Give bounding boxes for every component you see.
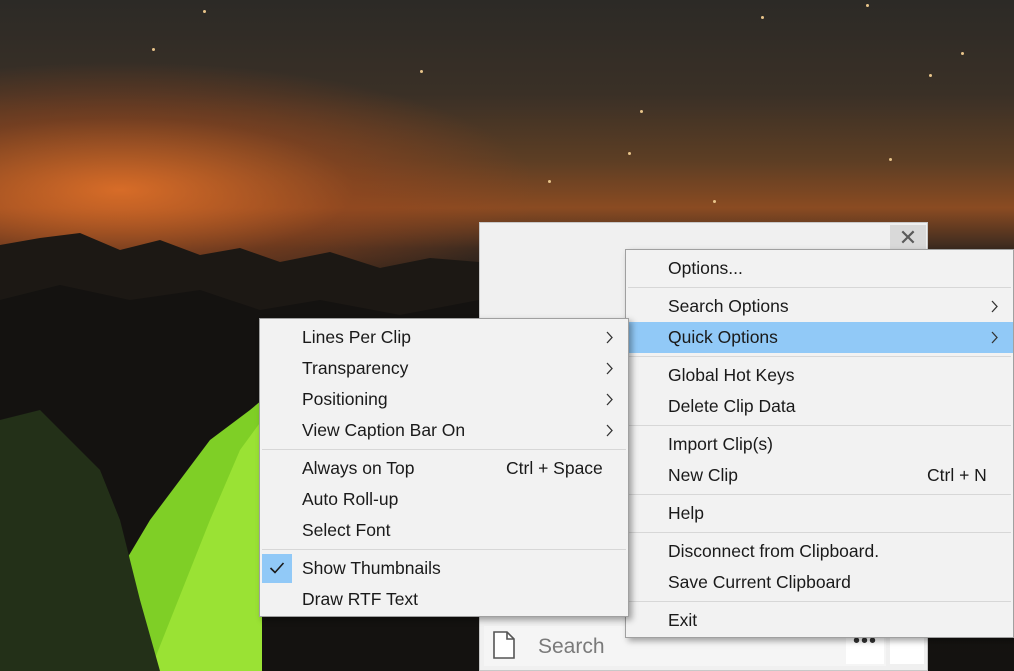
star <box>761 16 764 19</box>
menu-item-global-hot-keys[interactable]: Global Hot Keys <box>626 360 1013 391</box>
menu-item-label: Lines Per Clip <box>302 327 411 347</box>
menu-separator <box>628 532 1011 533</box>
menu-item-label: Import Clip(s) <box>668 434 774 454</box>
star <box>152 48 155 51</box>
chevron-right-icon <box>991 331 998 344</box>
chevron-right-icon <box>606 362 613 375</box>
close-icon: ✕ <box>898 225 918 250</box>
star <box>640 110 643 113</box>
menu-item-always-on-top[interactable]: Always on Top Ctrl + Space <box>260 453 628 484</box>
menu-item-label: Search Options <box>668 296 789 316</box>
menu-item-lines-per-clip[interactable]: Lines Per Clip <box>260 322 628 353</box>
main-context-menu: Options... Search Options Quick Options … <box>625 249 1014 638</box>
menu-item-label: Help <box>668 503 704 523</box>
menu-item-label: Show Thumbnails <box>302 558 441 578</box>
chevron-right-icon <box>991 300 998 313</box>
star <box>889 158 892 161</box>
menu-item-label: Global Hot Keys <box>668 365 795 385</box>
desktop: ✕ ••• Options... Search Options <box>0 0 1014 671</box>
menu-separator <box>628 601 1011 602</box>
chevron-right-icon <box>606 424 613 437</box>
menu-item-select-font[interactable]: Select Font <box>260 515 628 546</box>
menu-separator <box>628 494 1011 495</box>
star <box>548 180 551 183</box>
menu-item-import-clips[interactable]: Import Clip(s) <box>626 429 1013 460</box>
menu-separator <box>262 549 626 550</box>
menu-item-label: Draw RTF Text <box>302 589 419 609</box>
menu-item-label: View Caption Bar On <box>302 420 466 440</box>
menu-item-help[interactable]: Help <box>626 498 1013 529</box>
chevron-right-icon <box>606 393 613 406</box>
document-icon[interactable] <box>492 630 516 660</box>
menu-item-draw-rtf-text[interactable]: Draw RTF Text <box>260 584 628 615</box>
checkmark-icon <box>269 562 285 574</box>
menu-item-label: Select Font <box>302 520 391 540</box>
menu-item-quick-options[interactable]: Quick Options <box>626 322 1013 353</box>
menu-item-show-thumbnails[interactable]: Show Thumbnails <box>260 553 628 584</box>
menu-separator <box>262 449 626 450</box>
menu-item-label: Always on Top <box>302 458 415 478</box>
chevron-right-icon <box>606 331 613 344</box>
menu-item-positioning[interactable]: Positioning <box>260 384 628 415</box>
star <box>961 52 964 55</box>
menu-item-shortcut: Ctrl + Space <box>506 458 603 478</box>
star <box>929 74 932 77</box>
menu-item-disconnect-clipboard[interactable]: Disconnect from Clipboard. <box>626 536 1013 567</box>
menu-item-label: Positioning <box>302 389 388 409</box>
star <box>203 10 206 13</box>
menu-item-transparency[interactable]: Transparency <box>260 353 628 384</box>
menu-item-options[interactable]: Options... <box>626 253 1013 284</box>
menu-item-label: Transparency <box>302 358 409 378</box>
quick-options-submenu: Lines Per Clip Transparency Positioning … <box>259 318 629 617</box>
menu-item-auto-roll-up[interactable]: Auto Roll-up <box>260 484 628 515</box>
menu-item-label: Options... <box>668 258 743 278</box>
star <box>420 70 423 73</box>
menu-separator <box>628 356 1011 357</box>
menu-item-label: Auto Roll-up <box>302 489 399 509</box>
menu-item-save-current-clipboard[interactable]: Save Current Clipboard <box>626 567 1013 598</box>
menu-item-label: New Clip <box>668 465 739 485</box>
menu-item-new-clip[interactable]: New Clip Ctrl + N <box>626 460 1013 491</box>
menu-item-delete-clip-data[interactable]: Delete Clip Data <box>626 391 1013 422</box>
menu-separator <box>628 425 1011 426</box>
star <box>866 4 869 7</box>
menu-separator <box>628 287 1011 288</box>
menu-item-shortcut: Ctrl + N <box>927 465 987 485</box>
menu-item-search-options[interactable]: Search Options <box>626 291 1013 322</box>
checkmark-box <box>262 554 292 583</box>
menu-item-exit[interactable]: Exit <box>626 605 1013 636</box>
menu-item-label: Save Current Clipboard <box>668 572 851 592</box>
menu-item-label: Disconnect from Clipboard. <box>668 541 880 561</box>
menu-item-label: Quick Options <box>668 327 778 347</box>
menu-item-label: Exit <box>668 610 698 630</box>
star <box>713 200 716 203</box>
menu-item-view-caption-bar-on[interactable]: View Caption Bar On <box>260 415 628 446</box>
menu-item-label: Delete Clip Data <box>668 396 796 416</box>
star <box>628 152 631 155</box>
